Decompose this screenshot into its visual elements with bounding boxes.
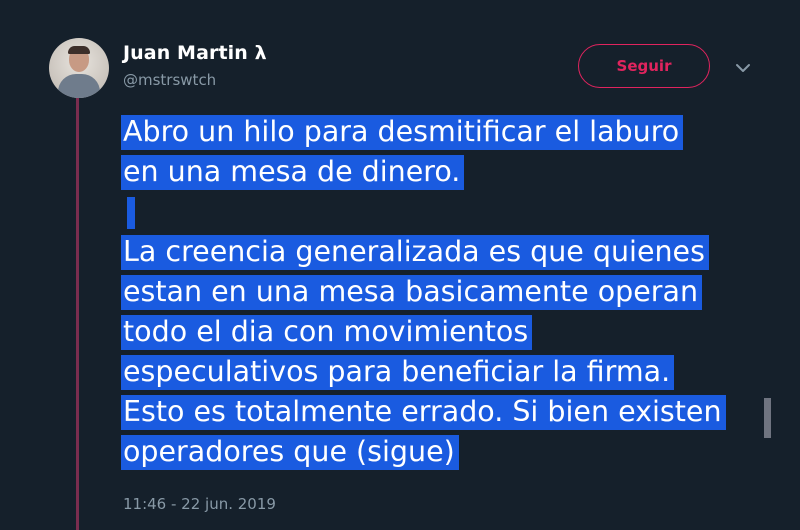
tweet-line: estan en una mesa basicamente operan [121,272,781,312]
paragraph-break [121,192,781,232]
author-name[interactable]: Juan Martin λ [123,42,267,64]
avatar[interactable] [49,38,109,98]
tweet-line: especulativos para beneficiar la firma. [121,352,781,392]
tweet-line-text: especulativos para beneficiar la firma. [121,355,675,390]
tweet-line-text: estan en una mesa basicamente operan [121,275,703,310]
chevron-down-icon[interactable] [733,58,753,78]
tweet-line-text: en una mesa de dinero. [121,155,465,190]
avatar-shoulders [58,74,100,98]
tweet-line-text: Abro un hilo para desmitificar el laburo [121,115,684,150]
tweet-line-text: operadores que (sigue) [121,435,459,470]
tweet-line-text: La creencia generalizada es que quienes [121,235,709,270]
tweet-line: La creencia generalizada es que quienes [121,232,781,272]
tweet-line-text: todo el dia con movimientos [121,315,533,350]
tweet-line: en una mesa de dinero. [121,152,781,192]
tweet-line: todo el dia con movimientos [121,312,781,352]
tweet-text: Abro un hilo para desmitificar el laburo… [121,112,781,472]
thread-connector-line [76,98,79,530]
follow-button[interactable]: Seguir [578,44,710,88]
tweet-timestamp[interactable]: 11:46 - 22 jun. 2019 [123,495,276,513]
author-handle[interactable]: @mstrswtch [123,71,216,89]
tweet-line-text: Esto es totalmente errado. Si bien exist… [121,395,726,430]
tweet-line: Abro un hilo para desmitificar el laburo [121,112,781,152]
selection-end-marker [764,398,771,438]
selection-marker [127,197,135,229]
tweet-line: Esto es totalmente errado. Si bien exist… [121,392,781,432]
tweet-line: operadores que (sigue) [121,432,781,472]
avatar-hair [68,46,90,54]
